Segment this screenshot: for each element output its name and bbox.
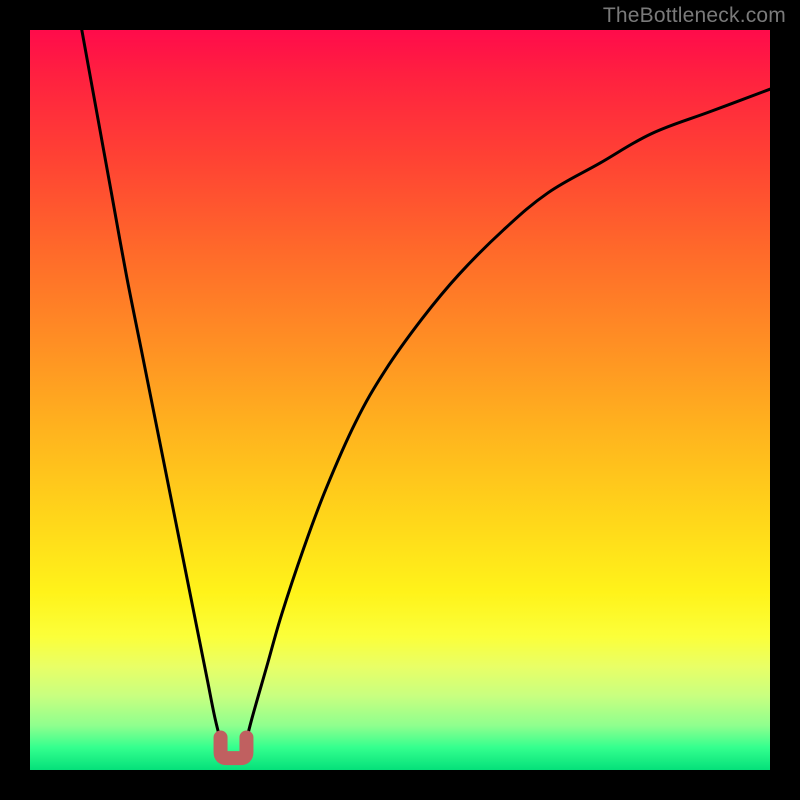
curve-left-branch bbox=[82, 30, 223, 748]
curve-right-branch bbox=[245, 89, 770, 748]
chart-curve-layer bbox=[30, 30, 770, 770]
valley-marker bbox=[221, 737, 247, 758]
watermark-text: TheBottleneck.com bbox=[603, 4, 786, 28]
chart-frame: TheBottleneck.com bbox=[0, 0, 800, 800]
chart-plot-area bbox=[30, 30, 770, 770]
